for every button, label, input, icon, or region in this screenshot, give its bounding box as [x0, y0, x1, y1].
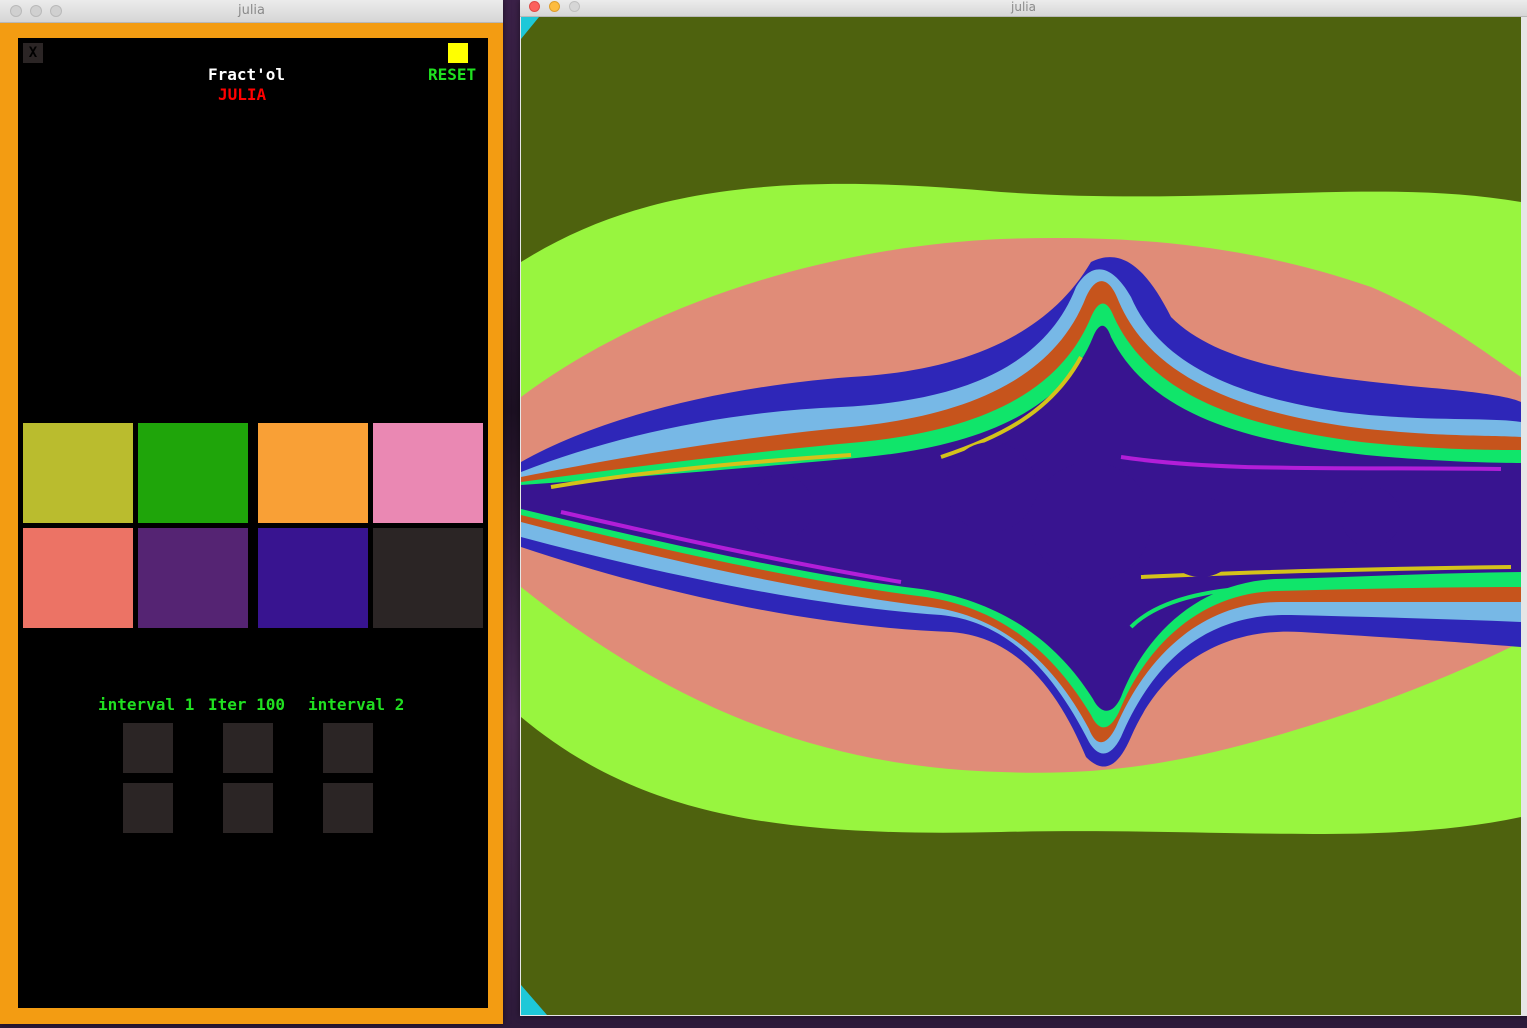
reset-color-indicator[interactable]	[448, 43, 468, 63]
reset-button[interactable]: RESET	[428, 65, 476, 84]
interval2-increase-button[interactable]	[323, 723, 373, 773]
iter-label: Iter 100	[208, 695, 286, 714]
minimize-window-button[interactable]	[30, 5, 42, 17]
palette-swatch-4[interactable]	[373, 423, 483, 523]
interval2-label: interval 2	[308, 695, 405, 714]
zoom-window-button[interactable]	[569, 1, 580, 12]
control-window-titlebar[interactable]: julia	[0, 0, 503, 23]
control-panel: X Fract'ol JULIA RESET interval 1 Iter 1…	[18, 38, 488, 1008]
interval1-decrease-button[interactable]	[123, 783, 173, 833]
window-title: julia	[1011, 0, 1036, 14]
zoom-window-button[interactable]	[50, 5, 62, 17]
iter-decrease-button[interactable]	[223, 783, 273, 833]
palette-swatch-5[interactable]	[23, 528, 133, 628]
close-icon[interactable]: X	[23, 43, 43, 63]
close-window-button[interactable]	[529, 1, 540, 12]
palette-swatch-8[interactable]	[373, 528, 483, 628]
palette-swatch-2[interactable]	[138, 423, 248, 523]
close-window-button[interactable]	[10, 5, 22, 17]
minimize-window-button[interactable]	[549, 1, 560, 12]
app-title: Fract'ol	[208, 65, 286, 84]
palette-swatch-7[interactable]	[258, 528, 368, 628]
fractal-window: julia	[520, 0, 1527, 1016]
palette-swatch-6[interactable]	[138, 528, 248, 628]
control-window: julia X Fract'ol JULIA RESET interval 1 …	[0, 0, 503, 1024]
julia-fractal-render	[521, 17, 1521, 1015]
iter-increase-button[interactable]	[223, 723, 273, 773]
interval1-label: interval 1	[98, 695, 195, 714]
control-panel-frame: X Fract'ol JULIA RESET interval 1 Iter 1…	[0, 23, 503, 1024]
palette-swatch-3[interactable]	[258, 423, 368, 523]
palette-swatch-1[interactable]	[23, 423, 133, 523]
interval1-increase-button[interactable]	[123, 723, 173, 773]
fractal-canvas[interactable]	[521, 17, 1521, 1015]
interval2-decrease-button[interactable]	[323, 783, 373, 833]
fractal-window-titlebar[interactable]: julia	[520, 0, 1527, 17]
window-title: julia	[237, 3, 266, 18]
fractal-name: JULIA	[218, 85, 267, 104]
